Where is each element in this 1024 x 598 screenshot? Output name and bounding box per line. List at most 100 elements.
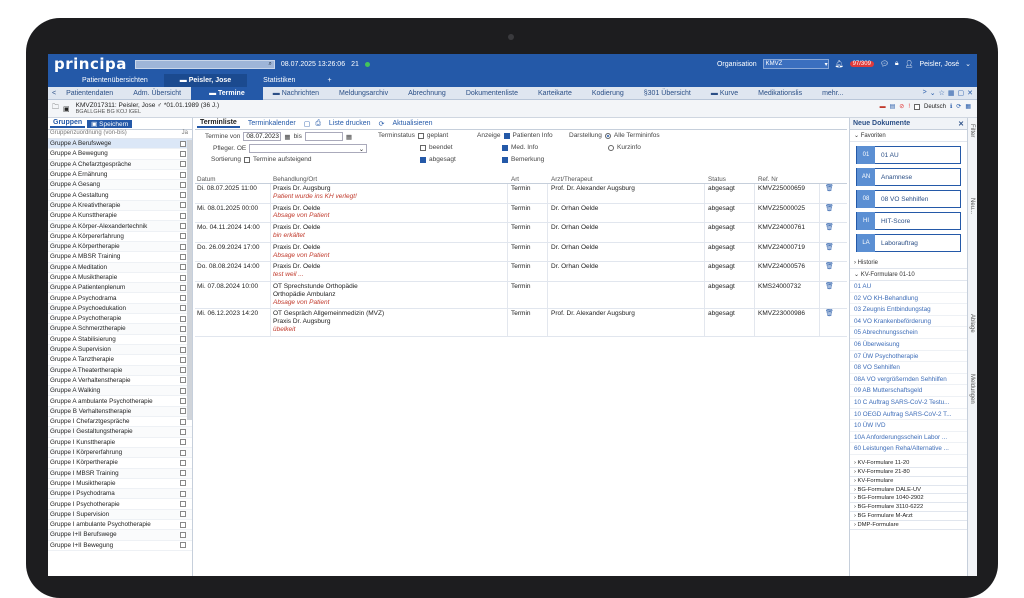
chat-icon[interactable]: 💬︎ <box>880 60 889 68</box>
tab-adm-uebersicht[interactable]: Adm. Übersicht <box>123 87 191 100</box>
group-checkbox[interactable] <box>180 284 186 291</box>
group-item[interactable]: Gruppe A Walking <box>48 386 192 397</box>
col-datum[interactable]: Datum <box>197 176 216 183</box>
group-checkbox[interactable] <box>180 356 186 363</box>
group-item[interactable]: Gruppe I Körpererfahrung <box>48 447 192 459</box>
group-checkbox[interactable] <box>180 243 186 250</box>
chevron-down-icon[interactable]: ⌄ <box>965 60 971 68</box>
tab-terminkalender[interactable]: Terminkalender <box>245 120 299 127</box>
kv-form-item[interactable]: 01 AU <box>850 281 967 293</box>
chevron-down-icon[interactable]: ⌄ <box>930 89 936 97</box>
tab-dokumentenliste[interactable]: Dokumentenliste <box>456 87 528 100</box>
chevron-right-icon[interactable]: > <box>923 89 927 97</box>
group-checkbox[interactable] <box>180 377 186 384</box>
group-item[interactable]: Gruppe I MBSR Training <box>48 468 192 479</box>
tab-termine[interactable]: ▬ Termine <box>191 86 263 100</box>
group-checkbox[interactable] <box>180 150 186 157</box>
trash-icon[interactable]: 🗑︎ <box>825 224 834 232</box>
form-group-item[interactable]: › BG-Formulare 3110-6222 <box>850 503 967 513</box>
save-button[interactable]: ▣ Speichern <box>87 119 133 128</box>
group-checkbox[interactable] <box>180 398 186 405</box>
print-list-button[interactable]: Liste drucken <box>326 120 374 127</box>
group-item[interactable]: Gruppe A Meditation <box>48 262 192 273</box>
group-item[interactable]: Gruppe A MBSR Training <box>48 252 192 263</box>
group-checkbox[interactable] <box>180 181 186 188</box>
group-item[interactable]: Gruppe A Kreativtherapie <box>48 200 192 212</box>
group-checkbox[interactable] <box>180 223 186 230</box>
nav-patientenuebersichten[interactable]: Patientenübersichten <box>66 74 164 87</box>
group-checkbox[interactable] <box>180 192 186 199</box>
favorite-item[interactable]: 01 01 AU <box>856 146 961 164</box>
close-icon[interactable]: ✕ <box>967 89 973 97</box>
group-item[interactable]: Gruppe A Gestaltung <box>48 190 192 201</box>
group-item[interactable]: Gruppe A Gesang <box>48 180 192 191</box>
group-item[interactable]: Gruppe I+II Berufswege <box>48 530 192 541</box>
group-item[interactable]: Gruppe I Körpertherapie <box>48 458 192 469</box>
global-search-input[interactable]: ⌕ <box>134 59 275 69</box>
window-icon[interactable]: ▢ <box>958 89 965 97</box>
med-info-checkbox[interactable] <box>502 144 508 151</box>
group-checkbox[interactable] <box>180 470 186 477</box>
kv-form-item[interactable]: 05 Abrechnungsschein <box>850 327 967 339</box>
table-row[interactable]: Mi. 07.08.2024 10:00 OT Sprechstunde Orth… <box>195 281 847 310</box>
group-item[interactable]: Gruppe A Verhaltenstherapie <box>48 376 192 387</box>
group-item[interactable]: Gruppe I Kunsttherapie <box>48 438 192 448</box>
kv-form-item[interactable]: 10 ÜW IVD <box>850 420 967 432</box>
vtab-filter[interactable]: Filter <box>969 124 975 137</box>
group-checkbox[interactable] <box>180 480 186 487</box>
card-icon[interactable]: ▬ <box>880 104 886 110</box>
favorite-item[interactable]: AN Anamnese <box>856 168 961 186</box>
date-to-input[interactable] <box>304 132 343 141</box>
table-row[interactable]: Do. 08.08.2024 14:00 Praxis Dr. Oelde test… <box>195 262 847 282</box>
form-group-item[interactable]: › BG Formulare M-Arzt <box>850 512 967 522</box>
group-item[interactable]: Gruppe I+II Bewegung <box>48 541 192 551</box>
kv-form-item[interactable]: 09 AB Mutterschaftsgeld <box>850 385 967 397</box>
info-icon[interactable]: ℹ <box>950 103 952 110</box>
trash-icon[interactable]: 🗑︎ <box>825 205 834 213</box>
form-group-item[interactable]: › BG-Formulare DALE-UV <box>850 486 967 495</box>
group-item[interactable]: Gruppe A ambulante Psychotherapie <box>48 396 192 407</box>
group-item[interactable]: Gruppe A Theatertherapie <box>48 365 192 376</box>
refresh-icon[interactable]: ⟳ <box>379 120 385 128</box>
form-group-item[interactable]: › DMP-Formulare <box>850 521 967 531</box>
form-group-item[interactable]: › KV-Formulare 11-20 <box>850 459 967 468</box>
calendar-icon[interactable]: ▦ <box>346 133 352 141</box>
abgesagt-checkbox[interactable] <box>420 156 426 163</box>
nav-patient[interactable]: ▬ Peisler, Jose <box>163 74 248 87</box>
group-item[interactable]: Gruppe B Verhaltenstherapie <box>48 406 192 418</box>
kurzinfo-radio[interactable] <box>608 144 614 151</box>
id-icon[interactable]: ▤ <box>890 103 896 110</box>
form-group-item[interactable]: › KV-Formulare 21-80 <box>850 468 967 477</box>
favorite-item[interactable]: HI HIT-Score <box>856 212 961 230</box>
table-row[interactable]: Do. 26.09.2024 17:00 Praxis Dr. Oelde Absa… <box>195 242 847 263</box>
date-from-input[interactable]: 08.07.2023 <box>243 132 282 141</box>
trash-icon[interactable]: 🗑︎ <box>825 310 834 318</box>
group-checkbox[interactable] <box>180 140 186 147</box>
table-row[interactable]: Mi. 08.01.2025 00:00 Praxis Dr. Oelde Absa… <box>195 203 847 224</box>
col-art[interactable]: Art <box>511 176 519 183</box>
box-icon[interactable]: ▢ <box>304 120 311 128</box>
tab-kodierung[interactable]: Kodierung <box>582 87 634 100</box>
kv-form-item[interactable]: 06 Überweisung <box>850 339 967 351</box>
tab-terminliste[interactable]: Terminliste <box>197 119 240 128</box>
form-group-item[interactable]: › KV-Formulare <box>850 477 967 486</box>
group-checkbox[interactable] <box>180 439 186 446</box>
kv-form-item[interactable]: 03 Zeugnis Entbindungstag <box>850 304 967 316</box>
tab-mehr[interactable]: mehr... <box>812 87 853 100</box>
group-checkbox[interactable] <box>180 501 186 508</box>
alle-termininfos-radio[interactable] <box>604 132 611 139</box>
group-item[interactable]: Gruppe I ambulante Psychotherapie <box>48 520 192 531</box>
group-item[interactable]: Gruppe I Psychodrama <box>48 489 192 500</box>
trash-icon[interactable]: 🗑︎ <box>825 283 834 291</box>
group-item[interactable]: Gruppe A Körpertherapie <box>48 241 192 253</box>
group-checkbox[interactable] <box>180 253 186 260</box>
nav-statistiken[interactable]: Statistiken <box>247 74 311 87</box>
group-item[interactable]: Gruppe I Gestaltungstherapie <box>48 427 192 438</box>
group-item[interactable]: Gruppe A Ernährung <box>48 170 192 181</box>
group-item[interactable]: Gruppe I Supervision <box>48 509 192 520</box>
kv-form-item[interactable]: 07 ÜW Psychotherapie <box>850 351 967 363</box>
group-checkbox[interactable] <box>180 315 186 322</box>
group-item[interactable]: Gruppe A Kunsttherapie <box>48 211 192 222</box>
group-checkbox[interactable] <box>180 418 186 425</box>
group-item[interactable]: Gruppe I Chefarztgespräche <box>48 417 192 428</box>
